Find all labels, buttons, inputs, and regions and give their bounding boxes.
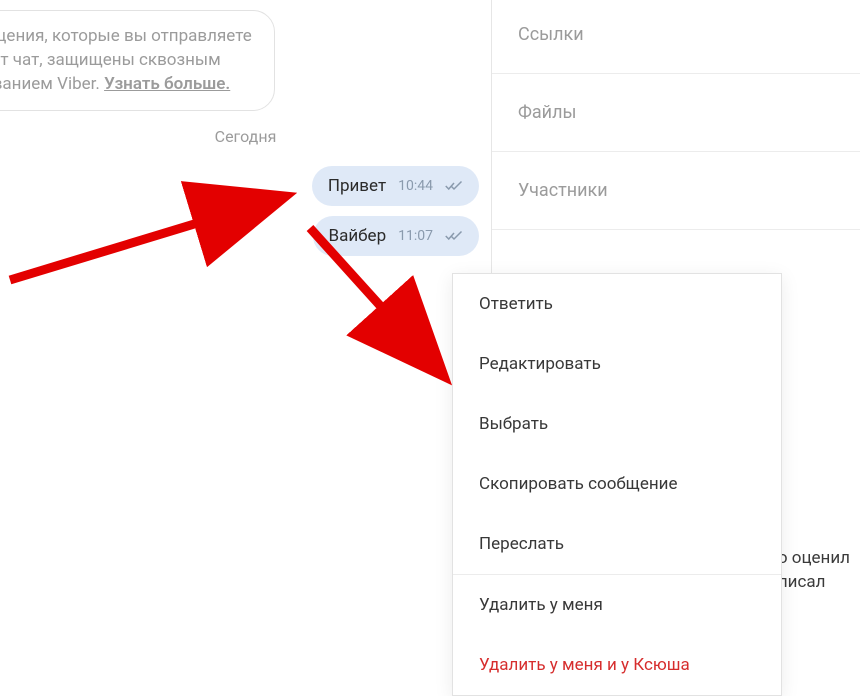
messages-container: Привет 10:44 Вайбер 11:07 (0, 166, 491, 256)
context-delete-me[interactable]: Удалить у меня (453, 575, 781, 635)
encryption-text-line3-pre: ованием Viber. (0, 74, 104, 94)
message-row[interactable]: Вайбер 11:07 (313, 216, 480, 256)
partial-text-line2: писал (778, 572, 826, 592)
context-edit[interactable]: Редактировать (453, 334, 781, 394)
message-text: Вайбер (329, 226, 387, 246)
message-time: 11:07 (398, 228, 433, 244)
read-ticks-icon (445, 229, 463, 243)
side-section-participants[interactable]: Участники (492, 152, 860, 230)
message-text: Привет (328, 176, 386, 196)
encryption-notice: бщения, которые вы отправляете тот чат, … (0, 10, 275, 111)
context-select[interactable]: Выбрать (453, 394, 781, 454)
context-delete-all[interactable]: Удалить у меня и у Ксюша (453, 635, 781, 695)
context-reply[interactable]: Ответить (453, 274, 781, 334)
encryption-text-line1: бщения, которые вы отправляете (0, 26, 252, 46)
chat-area: бщения, которые вы отправляете тот чат, … (0, 0, 492, 668)
side-section-links[interactable]: Ссылки (492, 0, 860, 74)
message-bubble[interactable]: Вайбер 11:07 (313, 216, 480, 256)
date-divider: Сегодня (0, 127, 491, 146)
message-bubble[interactable]: Привет 10:44 (312, 166, 479, 206)
context-menu: Ответить Редактировать Выбрать Скопирова… (452, 273, 782, 696)
partial-text-line1: о оценил (778, 548, 850, 568)
read-ticks-icon (445, 179, 463, 193)
context-copy[interactable]: Скопировать сообщение (453, 454, 781, 514)
side-section-label: Файлы (518, 102, 576, 123)
partial-text-behind-menu: о оценил писал (778, 547, 850, 595)
message-time: 10:44 (398, 178, 433, 194)
context-forward[interactable]: Переслать (453, 514, 781, 574)
message-row[interactable]: Привет 10:44 (312, 166, 479, 206)
side-section-label: Участники (518, 180, 608, 201)
encryption-text-line2: тот чат, защищены сквозным (0, 50, 221, 70)
side-section-files[interactable]: Файлы (492, 74, 860, 152)
side-section-label: Ссылки (518, 24, 584, 45)
learn-more-link[interactable]: Узнать больше. (104, 74, 230, 94)
